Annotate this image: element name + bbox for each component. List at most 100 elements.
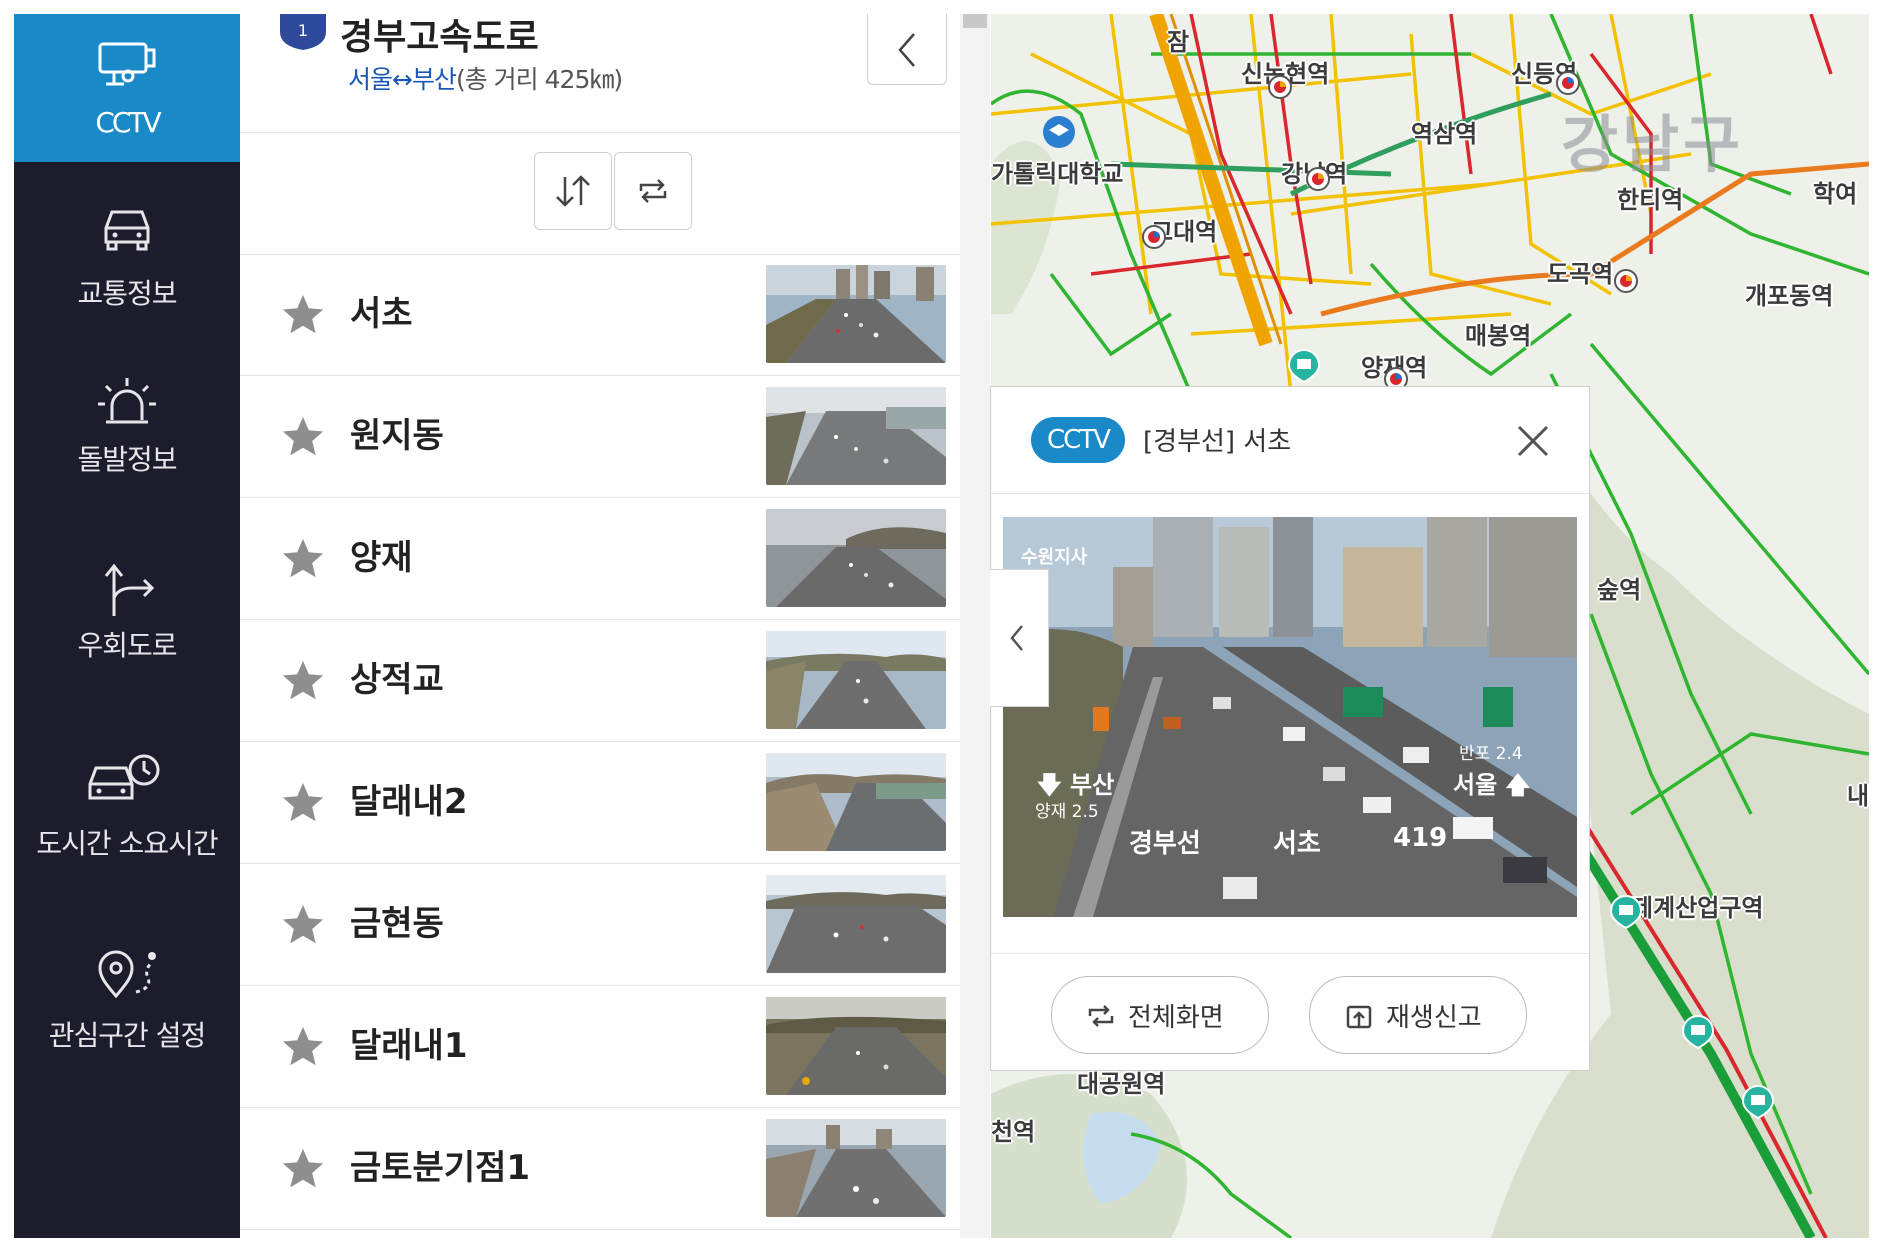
- expressway-shield-icon: 1: [280, 14, 326, 50]
- video-left-next: 양재 2.5: [1035, 802, 1099, 822]
- refresh-button[interactable]: [614, 152, 692, 230]
- sidebar-item-interest-section[interactable]: 관심구간 설정: [14, 942, 240, 1134]
- sidebar-item-detour[interactable]: 우회도로: [14, 558, 240, 750]
- close-icon[interactable]: [1511, 419, 1555, 463]
- star-icon[interactable]: [280, 780, 326, 826]
- cctv-name: 달래내1: [350, 1026, 468, 1066]
- sidebar-item-traffic[interactable]: 교통정보: [14, 174, 240, 366]
- cctv-popup: CCTV [경부선] 서초 수원지사 🡇 부산 양재 2.5 반포 2.4 서울…: [990, 386, 1590, 1071]
- chevron-left-icon: [898, 33, 915, 67]
- sidebar-item-label: 돌발정보: [77, 443, 177, 476]
- subway-station-icon[interactable]: [1265, 72, 1295, 102]
- previous-cctv-button[interactable]: [990, 569, 1049, 707]
- cctv-marker-icon[interactable]: [1287, 348, 1321, 384]
- station-label: 학여: [1813, 180, 1858, 208]
- station-label: 개포동역: [1745, 282, 1834, 310]
- sidebar-item-label: 교통정보: [77, 277, 177, 310]
- upload-report-icon: [1346, 1005, 1372, 1029]
- reverse-direction-button[interactable]: [534, 152, 612, 230]
- star-icon[interactable]: [280, 1024, 326, 1070]
- star-icon[interactable]: [280, 902, 326, 948]
- station-label: 제계산업구역: [1631, 894, 1764, 922]
- popup-header: CCTV [경부선] 서초: [991, 387, 1589, 494]
- list-item[interactable]: 금현동: [240, 864, 960, 986]
- list-toolbar: [240, 132, 960, 255]
- star-icon[interactable]: [280, 658, 326, 704]
- sidebar-item-incident[interactable]: 돌발정보: [14, 366, 240, 558]
- cctv-name: 달래내2: [350, 782, 468, 822]
- cctv-thumbnail[interactable]: [766, 753, 946, 851]
- subway-station-icon[interactable]: [1611, 266, 1641, 296]
- video-km-label: 419: [1393, 823, 1448, 853]
- video-left-direction-text: 부산: [1070, 771, 1115, 799]
- sidebar: CCTV 교통정보 돌발정보 우회도로 도시간 소요시간 관심구간 설정: [14, 14, 240, 1238]
- list-item[interactable]: 원지동: [240, 376, 960, 498]
- route-header: 1 경부고속도로 서울↔부산(총 거리 425㎞): [240, 14, 960, 133]
- subway-station-icon[interactable]: [1303, 164, 1333, 194]
- star-icon[interactable]: [280, 1146, 326, 1192]
- station-label: 숲역: [1597, 576, 1642, 604]
- video-right-direction: 서울 🡅: [1453, 771, 1531, 799]
- list-item[interactable]: 서초: [240, 254, 960, 376]
- app-frame: CCTV 교통정보 돌발정보 우회도로 도시간 소요시간 관심구간 설정 1 경…: [14, 14, 1869, 1238]
- university-icon: [1043, 116, 1075, 148]
- cctv-thumbnail[interactable]: [766, 265, 946, 363]
- star-icon[interactable]: [280, 536, 326, 582]
- list-item[interactable]: 양재: [240, 498, 960, 620]
- cctv-video[interactable]: 수원지사 🡇 부산 양재 2.5 반포 2.4 서울 🡅 경부선 서초 419: [1003, 517, 1577, 917]
- district-label: 강남구: [1561, 108, 1745, 181]
- subway-station-icon[interactable]: [1553, 68, 1583, 98]
- route-to: 부산: [411, 65, 457, 94]
- cctv-thumbnail[interactable]: [766, 997, 946, 1095]
- sidebar-item-label: 우회도로: [77, 629, 177, 662]
- star-icon[interactable]: [280, 292, 326, 338]
- station-label: 잠: [1167, 28, 1190, 56]
- sidebar-item-cctv[interactable]: CCTV: [14, 14, 240, 162]
- cctv-name: 서초: [350, 294, 413, 334]
- cctv-thumbnail[interactable]: [766, 875, 946, 973]
- video-site-label: 수원지사: [1021, 547, 1088, 568]
- list-item[interactable]: 상적교: [240, 620, 960, 742]
- route-number: 1: [298, 21, 308, 40]
- station-label: 역삼역: [1411, 120, 1478, 148]
- sidebar-item-label: 관심구간 설정: [48, 1019, 206, 1052]
- cctv-name: 금현동: [350, 904, 444, 944]
- cctv-thumbnail[interactable]: [766, 631, 946, 729]
- sidebar-item-travel-time[interactable]: 도시간 소요시간: [14, 750, 240, 942]
- car-clock-icon: [88, 754, 160, 800]
- list-item[interactable]: 금토분기점1: [240, 1108, 960, 1230]
- sidebar-item-label: CCTV: [95, 106, 161, 139]
- list-scrollbar[interactable]: [960, 14, 990, 1238]
- detour-arrow-icon: [104, 563, 155, 616]
- scroll-thumb[interactable]: [963, 14, 987, 28]
- location-route-icon: [98, 950, 156, 999]
- cctv-thumbnail[interactable]: [766, 509, 946, 607]
- popup-title: [경부선] 서초: [1143, 427, 1292, 457]
- cctv-thumbnail[interactable]: [766, 1119, 946, 1217]
- report-button[interactable]: 재생신고: [1309, 976, 1527, 1054]
- collapse-panel-button[interactable]: [867, 14, 947, 85]
- subway-station-icon[interactable]: [1139, 222, 1169, 252]
- star-icon[interactable]: [280, 414, 326, 460]
- list-item[interactable]: 달래내1: [240, 986, 960, 1108]
- sort-arrows-icon: [556, 175, 590, 207]
- cctv-marker-icon[interactable]: [1741, 1084, 1775, 1120]
- landmark-label: 가톨릭대학교: [991, 160, 1124, 188]
- fullscreen-icon: [1088, 1005, 1114, 1027]
- cctv-name: 원지동: [350, 416, 444, 456]
- video-right-direction-text: 서울: [1453, 771, 1498, 799]
- list-item[interactable]: 달래내2: [240, 742, 960, 864]
- fullscreen-button[interactable]: 전체화면: [1051, 976, 1269, 1054]
- popup-footer: 전체화면 재생신고: [991, 953, 1589, 1071]
- cctv-thumbnail[interactable]: [766, 387, 946, 485]
- video-road-label: 경부선: [1129, 829, 1201, 859]
- cctv-badge: CCTV: [1031, 417, 1125, 463]
- station-label: 내: [1847, 782, 1869, 810]
- sidebar-item-label: 도시간 소요시간: [36, 827, 218, 860]
- station-label: 매봉역: [1465, 322, 1532, 350]
- cctv-icon: [98, 42, 156, 86]
- station-label: 한티역: [1617, 186, 1684, 214]
- cctv-marker-icon[interactable]: [1609, 894, 1643, 930]
- route-endpoints: 서울↔부산(총 거리 425㎞): [348, 60, 623, 96]
- cctv-marker-icon[interactable]: [1681, 1014, 1715, 1050]
